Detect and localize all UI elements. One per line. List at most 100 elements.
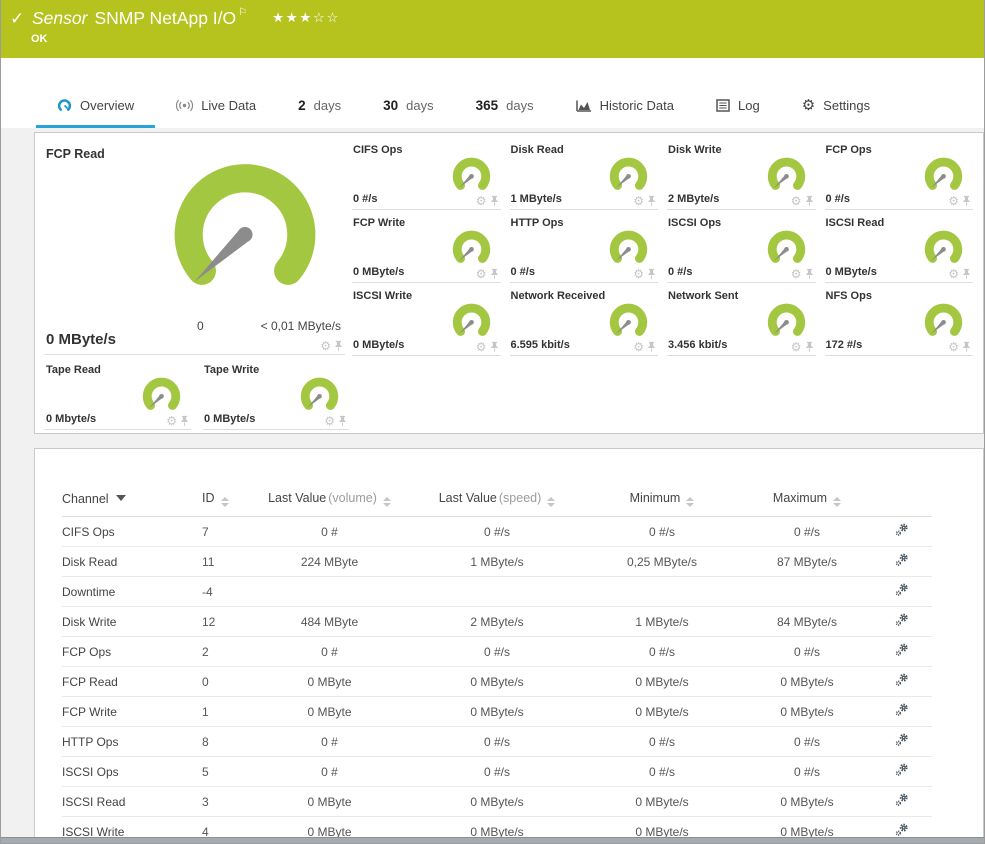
column-header-minimum[interactable]: Minimum [582, 485, 742, 517]
gear-icon[interactable]: ⚙ [948, 195, 959, 207]
pin-icon[interactable] [805, 195, 814, 207]
cell-last-value-volume: 0 MByte [247, 786, 412, 817]
table-row-iscsi-ops[interactable]: ISCSI Ops 5 0 #0 #/s 0 #/s 0 #/s [62, 756, 932, 787]
pin-icon[interactable] [647, 341, 656, 353]
horizontal-scrollbar[interactable] [1, 837, 984, 843]
gear-icon[interactable]: ⚙ [166, 415, 177, 427]
gauge-cell-disk-read[interactable]: Disk Read 1 MByte/s ⚙ [509, 141, 658, 210]
tab-settings[interactable]: ⚙ Settings [781, 85, 891, 128]
pin-icon[interactable] [962, 268, 971, 280]
channel-settings-icon[interactable] [895, 763, 909, 777]
channel-settings-icon[interactable] [895, 793, 909, 807]
cell-last-value-speed: 0 #/s [412, 756, 582, 787]
gear-icon[interactable]: ⚙ [633, 341, 644, 353]
column-header-maximum[interactable]: Maximum [742, 485, 872, 517]
tab-overview[interactable]: Overview [36, 85, 156, 128]
gear-icon[interactable]: ⚙ [476, 195, 487, 207]
channel-settings-icon[interactable] [895, 583, 909, 597]
cell-last-value-speed: 0 MByte/s [412, 816, 582, 837]
tab-historic-data[interactable]: Historic Data [555, 85, 695, 128]
channel-settings-icon[interactable] [895, 553, 909, 567]
gear-icon[interactable]: ⚙ [791, 341, 802, 353]
gauge-cell-tape-write[interactable]: Tape Write 0 MByte/s ⚙ [203, 361, 349, 430]
gauge-title: Network Received [510, 290, 606, 302]
pin-icon[interactable] [490, 268, 499, 280]
tab-365-days[interactable]: 365 days [455, 85, 555, 128]
pin-icon[interactable] [805, 268, 814, 280]
gauge-cell-tape-read[interactable]: Tape Read 0 Mbyte/s ⚙ [45, 361, 191, 430]
cell-maximum: 0 MByte/s [742, 786, 872, 817]
gear-icon[interactable]: ⚙ [633, 195, 644, 207]
column-header-channel[interactable]: Channel [62, 485, 202, 517]
gauge-cell-nfs-ops[interactable]: NFS Ops 172 #/s ⚙ [824, 287, 973, 356]
table-row-iscsi-write[interactable]: ISCSI Write 4 0 MByte 0 MByte/s 0 MByte/s 0 M… [62, 816, 932, 837]
pin-icon[interactable] [180, 415, 189, 427]
gauge-title: Tape Write [204, 364, 260, 376]
gear-icon[interactable]: ⚙ [948, 268, 959, 280]
gauge-value: 0 MByte/s [353, 266, 405, 278]
flag-icon[interactable]: ⚐ [238, 7, 247, 18]
table-row-http-ops[interactable]: HTTP Ops 8 0 #0 #/s 0 #/s 0 #/s [62, 726, 932, 757]
gauge-cell-fcp-write[interactable]: FCP Write 0 MByte/s ⚙ [352, 214, 501, 283]
gauge-title: ISCSI Ops [668, 217, 722, 229]
cell-minimum: 0 #/s [582, 516, 742, 547]
gauge-value: 1 MByte/s [510, 193, 562, 205]
channel-settings-icon[interactable] [895, 823, 909, 837]
cell-minimum: 0 #/s [582, 726, 742, 757]
column-header-last-value-volume[interactable]: Last Value (volume) [247, 485, 412, 517]
gear-icon[interactable]: ⚙ [791, 268, 802, 280]
channels-table-panel: Channel ID Last Value (volume) Last Value (sp… [34, 448, 984, 837]
tab-2-days[interactable]: 2 days [277, 85, 362, 128]
cell-channel: ISCSI Ops [62, 756, 202, 787]
tab-live-data[interactable]: Live Data [155, 85, 277, 128]
cell-actions [872, 606, 932, 637]
gauge-cell-disk-write[interactable]: Disk Write 2 MByte/s ⚙ [667, 141, 816, 210]
gear-icon[interactable]: ⚙ [948, 341, 959, 353]
table-row-disk-read[interactable]: Disk Read 11 224 MByte 1 MByte/s 0,25 MByte/… [62, 546, 932, 577]
gauge-cell-network-sent[interactable]: Network Sent 3.456 kbit/s ⚙ [667, 287, 816, 356]
gear-icon[interactable]: ⚙ [476, 341, 487, 353]
channel-settings-icon[interactable] [895, 613, 909, 627]
column-header-last-value-speed[interactable]: Last Value (speed) [412, 485, 582, 517]
pin-icon[interactable] [647, 195, 656, 207]
channel-settings-icon[interactable] [895, 643, 909, 657]
gear-icon[interactable]: ⚙ [320, 340, 331, 352]
gauge-title: FCP Write [353, 217, 406, 229]
gauge-cell-http-ops[interactable]: HTTP Ops 0 #/s ⚙ [509, 214, 658, 283]
channel-settings-icon[interactable] [895, 703, 909, 717]
tab-log[interactable]: Log [695, 85, 781, 128]
tab-30-days[interactable]: 30 days [362, 85, 455, 128]
table-row-downtime[interactable]: Downtime -4 [62, 576, 932, 607]
gear-icon[interactable]: ⚙ [476, 268, 487, 280]
table-row-iscsi-read[interactable]: ISCSI Read 3 0 MByte 0 MByte/s 0 MByte/s 0 MB… [62, 786, 932, 817]
gauge-cell-network-received[interactable]: Network Received 6.595 kbit/s ⚙ [509, 287, 658, 356]
priority-stars[interactable]: ★★★☆☆ [272, 10, 340, 25]
gear-icon[interactable]: ⚙ [791, 195, 802, 207]
pin-icon[interactable] [962, 195, 971, 207]
gauge-cell-iscsi-ops[interactable]: ISCSI Ops 0 #/s ⚙ [667, 214, 816, 283]
gauge-cell-iscsi-write[interactable]: ISCSI Write 0 MByte/s ⚙ [352, 287, 501, 356]
pin-icon[interactable] [338, 415, 347, 427]
column-header-id[interactable]: ID [202, 485, 247, 517]
table-row-fcp-read[interactable]: FCP Read 0 0 MByte 0 MByte/s 0 MByte/s 0 MByt… [62, 666, 932, 697]
gear-icon[interactable]: ⚙ [633, 268, 644, 280]
pin-icon[interactable] [647, 268, 656, 280]
pin-icon[interactable] [490, 341, 499, 353]
gauge-cell-iscsi-read[interactable]: ISCSI Read 0 MByte/s ⚙ [824, 214, 973, 283]
pin-icon[interactable] [334, 340, 343, 352]
pin-icon[interactable] [962, 341, 971, 353]
table-row-disk-write[interactable]: Disk Write 12 484 MByte 2 MByte/s 1 MByte/s 8… [62, 606, 932, 637]
table-row-fcp-ops[interactable]: FCP Ops 2 0 #0 #/s 0 #/s 0 #/s [62, 636, 932, 667]
gauge-cell-fcp-ops[interactable]: FCP Ops 0 #/s ⚙ [824, 141, 973, 210]
channel-settings-icon[interactable] [895, 523, 909, 537]
table-row-fcp-write[interactable]: FCP Write 1 0 MByte 0 MByte/s 0 MByte/s 0 MBy… [62, 696, 932, 727]
pin-icon[interactable] [805, 341, 814, 353]
gear-icon[interactable]: ⚙ [324, 415, 335, 427]
gauge-cell-cifs-ops[interactable]: CIFS Ops 0 #/s ⚙ [352, 141, 501, 210]
table-row-cifs-ops[interactable]: CIFS Ops 7 0 #0 #/s 0 #/s 0 #/s [62, 516, 932, 547]
gauge-cell-fcp-read[interactable]: FCP Read 0 < 0,01 MByte/s 0 MByte/s ⚙ [45, 141, 345, 355]
channel-settings-icon[interactable] [895, 733, 909, 747]
sort-icon [547, 497, 556, 507]
channel-settings-icon[interactable] [895, 673, 909, 687]
pin-icon[interactable] [490, 195, 499, 207]
